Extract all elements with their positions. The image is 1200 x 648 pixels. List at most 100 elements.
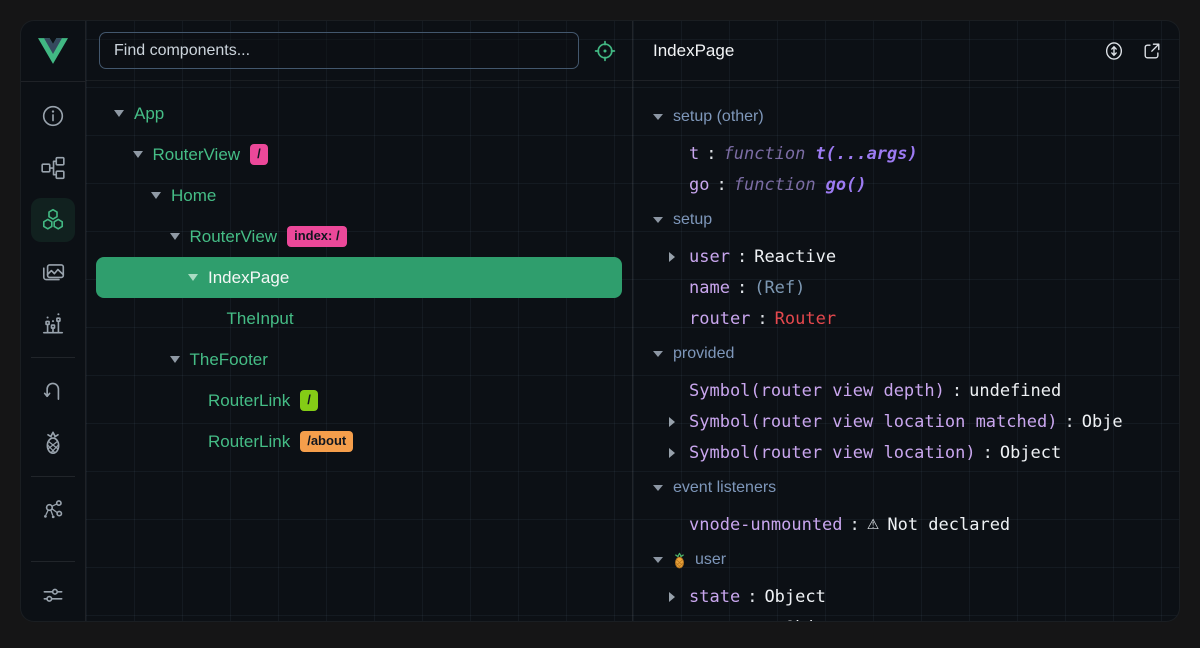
state-sections: setup (other)t:functiont(...args)go:func…	[633, 81, 1179, 621]
tree-node-routerlink[interactable]: RouterLink/about	[96, 421, 622, 462]
collapse-arrow-icon[interactable]	[653, 351, 663, 357]
state-field-symbol-router-view-location-[interactable]: Symbol(router view location):Object	[653, 437, 1179, 468]
search-input[interactable]	[99, 32, 579, 69]
components-toolbar	[86, 21, 632, 81]
sidebar-item-overview[interactable]	[31, 94, 75, 138]
section-header-event-listeners[interactable]: event listeners	[653, 470, 1179, 506]
field-key: Symbol(router view depth)	[689, 381, 945, 401]
section-header-setup[interactable]: setup	[653, 202, 1179, 238]
sidebar-item-components[interactable]	[31, 198, 75, 242]
collapse-arrow-icon[interactable]	[653, 557, 663, 563]
state-field-state[interactable]: state:Object	[653, 581, 1179, 612]
timeline-icon	[40, 311, 66, 337]
state-field-go[interactable]: go:functiongo()	[653, 169, 1179, 200]
section-header-setup-other-[interactable]: setup (other)	[653, 99, 1179, 135]
tree-node-thefooter[interactable]: TheFooter	[96, 339, 622, 380]
sidebar-item-settings[interactable]	[31, 573, 75, 617]
state-section: providedSymbol(router view depth):undefi…	[653, 336, 1179, 468]
state-field-t[interactable]: t:functiont(...args)	[653, 138, 1179, 169]
state-field-user[interactable]: user: Reactive	[653, 241, 1179, 272]
vue-logo	[21, 21, 85, 82]
sidebar-item-assets[interactable]	[31, 250, 75, 294]
field-colon: :	[768, 618, 778, 622]
sidebar-item-router[interactable]	[31, 369, 75, 413]
section-header-user[interactable]: user	[653, 542, 1179, 578]
state-field-router[interactable]: router:Router	[653, 303, 1179, 334]
sidebar-divider	[31, 357, 75, 358]
field-key: go	[689, 175, 709, 195]
components-panel: App RouterView / HomeRouterViewindex: /Inde…	[86, 21, 633, 621]
activity-bar	[21, 21, 86, 621]
expand-arrow-icon[interactable]	[114, 110, 124, 117]
component-name: RouterView	[153, 145, 241, 165]
inspector-actions	[1101, 38, 1165, 64]
field-value-keyword: function	[724, 144, 806, 164]
inspector-header: IndexPage	[633, 21, 1179, 81]
state-field-name[interactable]: name:(Ref)	[653, 272, 1179, 303]
expand-arrow-icon[interactable]	[669, 592, 675, 602]
field-key: user	[689, 247, 730, 267]
open-in-editor-icon[interactable]	[1139, 38, 1165, 64]
field-colon: :	[952, 381, 962, 401]
expand-arrow-icon[interactable]	[170, 233, 180, 240]
state-section: setup user: Reactive name:(Ref)router:Route…	[653, 202, 1179, 334]
expand-arrow-icon[interactable]	[669, 417, 675, 427]
expand-arrow-icon[interactable]	[151, 192, 161, 199]
field-colon: :	[737, 247, 747, 267]
component-name: TheInput	[227, 309, 294, 329]
tree-node-routerlink[interactable]: RouterLink/	[96, 380, 622, 421]
sidebar-item-graph[interactable]	[31, 488, 75, 532]
section-header-provided[interactable]: provided	[653, 336, 1179, 372]
collapse-arrow-icon[interactable]	[653, 217, 663, 223]
field-colon: :	[757, 309, 767, 329]
sidebar-item-pinia[interactable]	[31, 421, 75, 465]
target-icon[interactable]	[591, 37, 619, 65]
field-colon: :	[1064, 412, 1074, 432]
vue-devtools-window: AppRouterView/HomeRouterViewindex: /Inde…	[20, 20, 1180, 622]
tree-node-theinput[interactable]: TheInput	[96, 298, 622, 339]
pages-icon	[40, 155, 66, 181]
expand-arrow-icon[interactable]	[170, 356, 180, 363]
sidebar-divider	[31, 476, 75, 477]
assets-icon	[40, 259, 66, 285]
sidebar-item-timeline[interactable]	[31, 302, 75, 346]
expand-arrow-icon[interactable]	[188, 274, 198, 281]
collapse-arrow-icon[interactable]	[653, 485, 663, 491]
field-value: t(...args)	[815, 144, 917, 164]
tree-node-routerview[interactable]: RouterViewindex: /	[96, 216, 622, 257]
state-field-getters[interactable]: getters:Object	[653, 612, 1179, 621]
tree-node-indexpage[interactable]: IndexPage	[96, 257, 622, 298]
router-icon	[40, 378, 66, 404]
section-label: user	[695, 551, 726, 569]
field-colon: :	[737, 278, 747, 298]
tree-node-app[interactable]: App	[96, 93, 622, 134]
state-field-vnode-unmounted[interactable]: vnode-unmounted:⚠Not declared	[653, 509, 1179, 540]
field-value: Object	[785, 618, 846, 622]
field-key: router	[689, 309, 750, 329]
pinia-icon	[40, 430, 66, 456]
section-label: setup (other)	[673, 108, 764, 126]
component-name: RouterLink	[208, 391, 290, 411]
field-value-keyword: function	[734, 175, 816, 195]
info-icon	[40, 103, 66, 129]
state-field-symbol-router-view-depth-[interactable]: Symbol(router view depth):undefined	[653, 375, 1179, 406]
tree-node-home[interactable]: Home	[96, 175, 622, 216]
state-field-symbol-router-view-location-matched-[interactable]: Symbol(router view location matched):Obj…	[653, 406, 1179, 437]
field-value: Reactive	[754, 247, 836, 267]
field-key: Symbol(router view location)	[689, 443, 976, 463]
expand-arrow-icon[interactable]	[133, 151, 143, 158]
state-section: setup (other)t:functiont(...args)go:func…	[653, 99, 1179, 200]
field-colon: :	[850, 515, 860, 535]
sidebar-item-pages[interactable]	[31, 146, 75, 190]
route-badge: /	[250, 144, 268, 164]
expand-arrow-icon[interactable]	[669, 252, 675, 262]
field-key: vnode-unmounted	[689, 515, 843, 535]
scroll-to-component-icon[interactable]	[1101, 38, 1127, 64]
collapse-arrow-icon[interactable]	[653, 114, 663, 120]
components-icon	[40, 207, 66, 233]
tree-node-routerview[interactable]: RouterView /	[96, 134, 622, 175]
section-label: setup	[673, 211, 712, 229]
expand-arrow-icon[interactable]	[669, 448, 675, 458]
activity-nav	[21, 82, 85, 621]
component-name: App	[134, 104, 164, 124]
